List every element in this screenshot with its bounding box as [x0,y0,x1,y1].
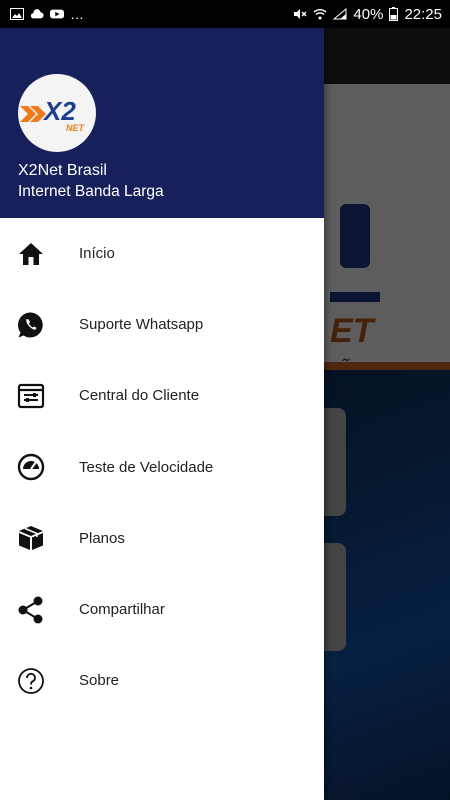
cloud-icon [30,9,44,19]
drawer-menu: Início Suporte Whatsapp Central do Clien… [0,218,324,716]
clock: 22:25 [404,5,442,23]
share-icon [16,595,46,625]
youtube-icon [50,9,64,19]
menu-item-planos[interactable]: Planos [0,503,324,574]
image-icon [10,8,24,20]
logo-subtext: NET [66,123,86,133]
menu-item-inicio[interactable]: Início [0,218,324,289]
battery-icon [389,7,399,21]
drawer-header: X2 NET X2Net Brasil Internet Banda Larga [0,28,324,218]
brand-logo-avatar: X2 NET [18,74,96,152]
menu-item-teste-de-velocidade[interactable]: Teste de Velocidade [0,432,324,503]
status-bar: … 40% 22:25 [0,0,450,28]
logo-text: X2 [42,96,76,126]
signal-icon [333,8,347,20]
x2net-logo-icon: X2 NET [20,96,86,133]
drawer-title: X2Net Brasil [18,162,107,179]
customer-center-icon [16,381,46,411]
status-notifications: … [10,7,84,21]
menu-item-sobre[interactable]: Sobre [0,645,324,716]
menu-item-label: Central do Cliente [79,387,200,405]
battery-percentage: 40% [353,5,384,23]
menu-item-label: Planos [79,529,125,547]
menu-item-compartilhar[interactable]: Compartilhar [0,574,324,645]
wifi-icon [313,9,327,20]
menu-item-central-do-cliente[interactable]: Central do Cliente [0,360,324,431]
menu-item-suporte-whatsapp[interactable]: Suporte Whatsapp [0,289,324,360]
drawer-subtitle: Internet Banda Larga [18,183,164,200]
help-circle-icon [16,666,46,696]
package-icon [16,523,46,553]
menu-item-label: Início [79,245,115,263]
mute-icon [294,9,307,19]
menu-item-label: Compartilhar [79,601,165,619]
menu-item-label: Sobre [79,672,120,690]
whatsapp-icon [16,310,46,340]
navigation-drawer: X2 NET X2Net Brasil Internet Banda Larga… [0,28,324,800]
home-icon [16,239,46,269]
menu-item-label: Teste de Velocidade [79,458,214,476]
menu-item-label: Suporte Whatsapp [79,316,204,334]
more-notifications-icon: … [70,6,84,22]
speedometer-icon [16,452,46,482]
status-system: 40% 22:25 [293,6,442,23]
